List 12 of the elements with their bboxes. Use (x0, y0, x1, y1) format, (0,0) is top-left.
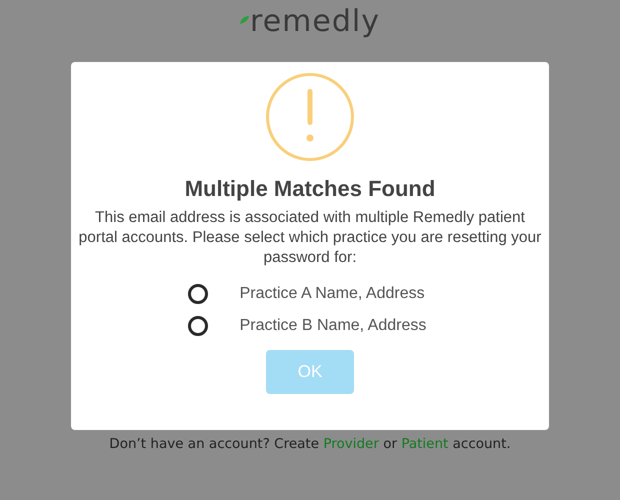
option-label[interactable]: Practice A Name, Address (240, 285, 425, 303)
patient-link[interactable]: Patient (401, 436, 448, 452)
warning-icon (265, 72, 355, 162)
dialog-title: Multiple Matches Found (184, 176, 436, 202)
provider-link[interactable]: Provider (323, 436, 379, 452)
logo-text: remedly (250, 4, 380, 39)
option-label[interactable]: Practice B Name, Address (240, 317, 426, 335)
leaf-icon (240, 16, 250, 24)
dialog-message: This email address is associated with multiple Remedly patient portal accounts. Please select which practice you are resetting your password for: (78, 208, 542, 268)
signup-text: Don’t have an account? Create Provider or Patient account. (109, 436, 511, 452)
radio-button[interactable] (188, 316, 208, 336)
radio-button[interactable] (188, 284, 208, 304)
